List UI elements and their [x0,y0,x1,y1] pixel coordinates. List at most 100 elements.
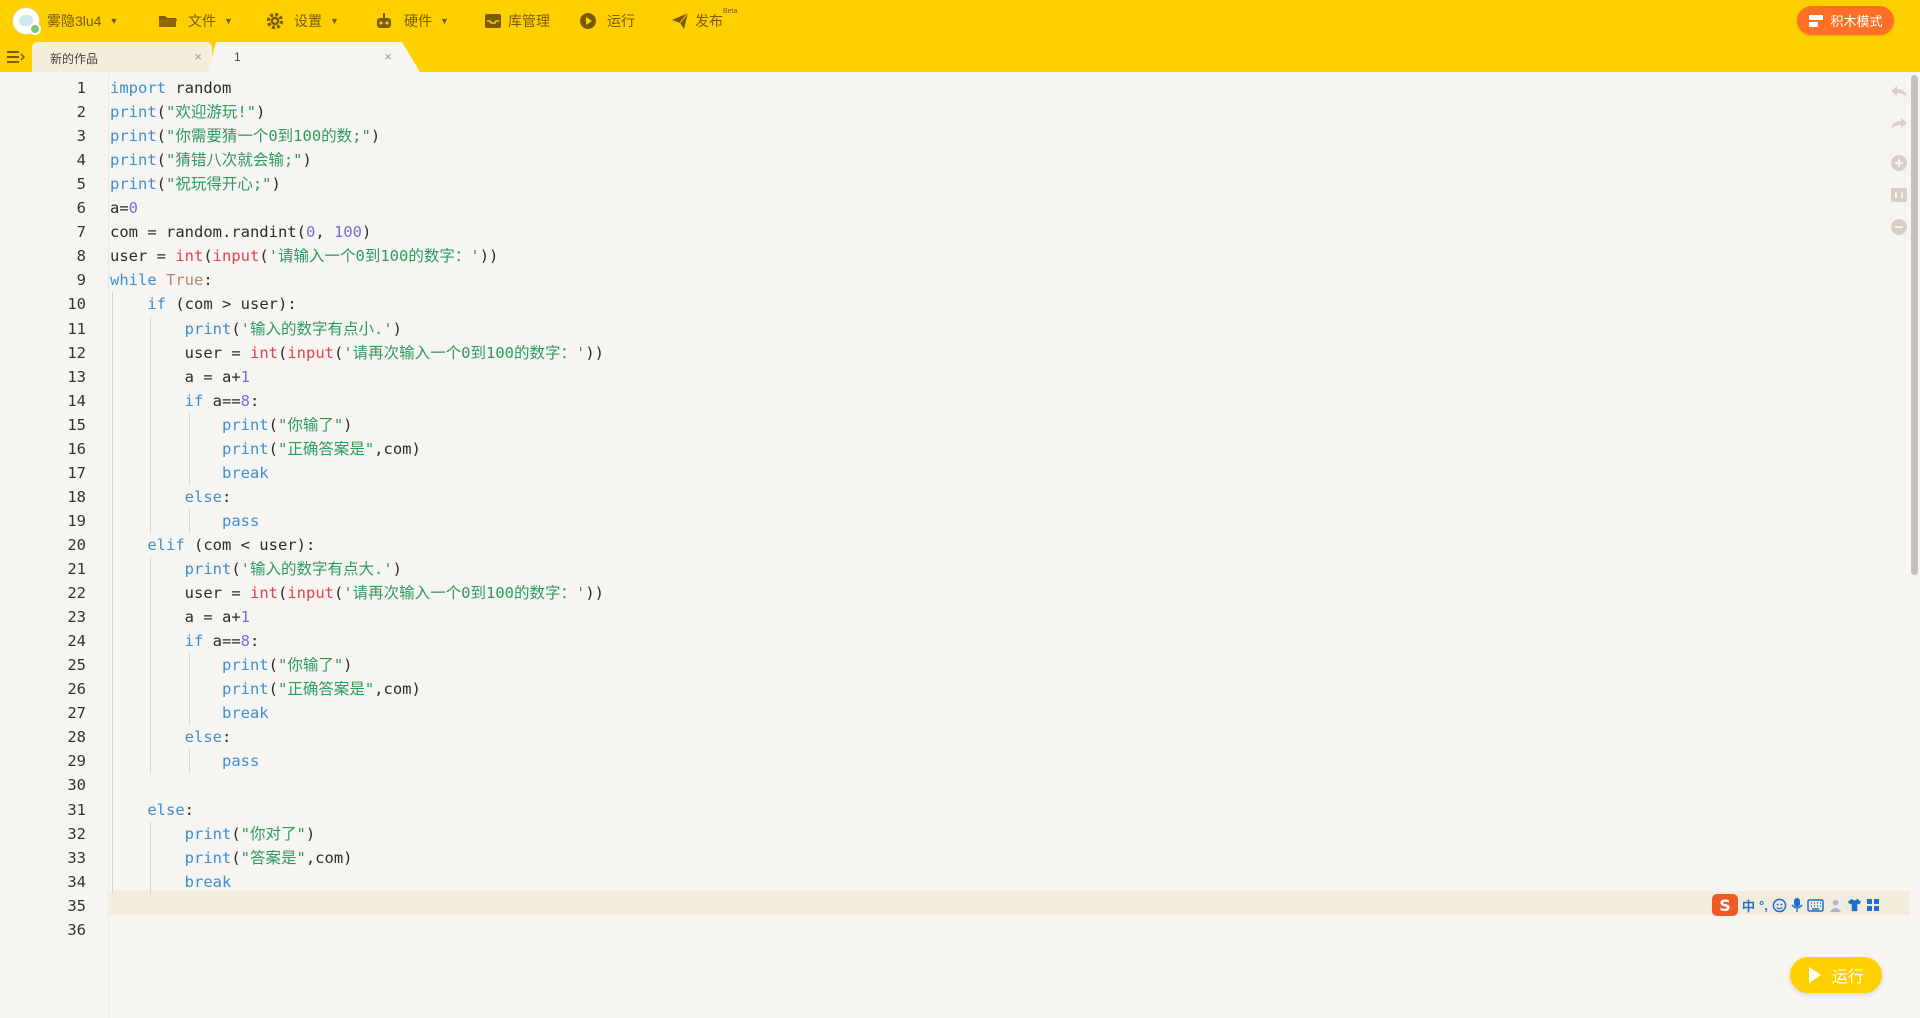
library-manager-button[interactable]: 库管理 [484,0,550,42]
code-line[interactable]: a = a+1 [110,365,1910,389]
line-number: 13 [67,367,86,386]
line-number: 12 [67,343,86,362]
zoom-in-icon[interactable] [1889,153,1909,173]
code-line[interactable]: user = int(input('请输入一个0到100的数字：')) [110,244,1910,268]
code-line[interactable]: print("你输了") [110,413,1910,437]
line-number: 26 [67,680,86,699]
chevron-down-icon: ▼ [440,16,449,26]
code-line[interactable] [110,918,1910,942]
code-line[interactable]: a = a+1 [110,605,1910,629]
grid-icon[interactable] [1866,898,1880,912]
run-menu-label: 运行 [607,13,635,29]
tab-new-work[interactable]: 新的作品 × [32,42,212,72]
zoom-out-icon[interactable] [1889,217,1909,237]
code-line[interactable]: import random [110,76,1910,100]
line-number: 17 [67,463,86,482]
code-line[interactable]: print("你输了") [110,653,1910,677]
ime-language[interactable]: 中 [1742,896,1755,915]
code-line[interactable]: print('输入的数字有点大.') [110,557,1910,581]
code-line[interactable]: user = int(input('请再次输入一个0到100的数字：')) [110,341,1910,365]
user-menu[interactable]: 雾隐3lu4 ▼ [47,0,118,42]
line-number: 16 [67,439,86,458]
tab-1[interactable]: 1 × [208,42,420,72]
code-line[interactable]: else: [110,485,1910,509]
close-icon[interactable]: × [194,49,202,64]
play-circle-icon [580,13,596,29]
ime-punctuation[interactable]: °, [1759,898,1768,913]
emoji-icon[interactable] [1772,898,1787,913]
line-number: 11 [67,319,86,338]
run-button[interactable]: 运行 [1790,957,1882,993]
ime-toolbar[interactable]: S 中 °, [1712,893,1880,917]
code-line[interactable]: if a==8: [110,389,1910,413]
line-number: 19 [67,511,86,530]
line-number: 29 [67,752,86,771]
tab-bar: 新的作品 × 1 × [0,42,1920,72]
line-number: 20 [67,535,86,554]
blocks-icon [1809,14,1824,27]
code-line[interactable]: elif (com < user): [110,533,1910,557]
publish-button[interactable]: 发布Beta [671,0,737,42]
code-line[interactable]: pass [110,509,1910,533]
undo-icon[interactable] [1889,82,1909,102]
code-line[interactable]: if a==8: [110,629,1910,653]
line-number: 7 [76,223,86,242]
tab-label: 1 [234,50,241,64]
code-line[interactable]: print("正确答案是",com) [110,677,1910,701]
code-line[interactable]: print("答案是",com) [110,846,1910,870]
code-line[interactable]: break [110,870,1910,894]
block-mode-button[interactable]: 积木模式 [1797,6,1894,35]
run-menu-button[interactable]: 运行 [579,0,635,42]
user-avatar[interactable] [12,7,41,35]
line-number: 10 [67,295,86,314]
line-number: 2 [76,103,86,122]
code-line[interactable]: print("欢迎游玩!") [110,100,1910,124]
menu-toggle-icon[interactable] [7,50,25,64]
file-menu-label: 文件 [188,13,216,29]
code-line[interactable]: user = int(input('请再次输入一个0到100的数字：')) [110,581,1910,605]
code-line[interactable]: else: [110,798,1910,822]
code-line[interactable]: if (com > user): [110,292,1910,316]
code-line[interactable]: while True: [110,268,1910,292]
user-icon[interactable] [1828,898,1843,913]
code-line[interactable]: print("猜错八次就会输;") [110,148,1910,172]
top-toolbar: 雾隐3lu4 ▼ 文件 ▼ 设置 ▼ 硬件 ▼ 库管理 运行 发布Beta 积木… [0,0,1920,42]
microphone-icon[interactable] [1791,897,1803,913]
close-icon[interactable]: × [384,49,392,64]
keyboard-icon[interactable] [1807,898,1824,912]
line-number: 27 [67,704,86,723]
username-label: 雾隐3lu4 [47,13,102,29]
code-line[interactable]: else: [110,725,1910,749]
line-number: 36 [67,920,86,939]
line-number: 30 [67,776,86,795]
hardware-menu[interactable]: 硬件 ▼ [374,0,449,42]
code-line[interactable] [110,894,1910,918]
code-line[interactable]: break [110,701,1910,725]
settings-menu[interactable]: 设置 ▼ [266,0,339,42]
block-mode-label: 积木模式 [1830,14,1883,29]
inbox-icon [485,14,501,28]
line-number: 32 [67,824,86,843]
line-number: 18 [67,487,86,506]
code-line[interactable] [110,773,1910,797]
shirt-icon[interactable] [1847,898,1862,912]
code-line[interactable]: a=0 [110,196,1910,220]
code-line[interactable]: print("你对了") [110,822,1910,846]
reset-zoom-icon[interactable] [1889,185,1909,205]
code-line[interactable]: print("祝玩得开心;") [110,172,1910,196]
redo-icon[interactable] [1889,114,1909,134]
line-number: 25 [67,656,86,675]
run-button-label: 运行 [1831,969,1864,986]
code-line[interactable]: break [110,461,1910,485]
chevron-down-icon: ▼ [109,16,119,26]
code-line[interactable]: com = random.randint(0, 100) [110,220,1910,244]
library-manager-label: 库管理 [508,13,550,29]
code-line[interactable]: print("正确答案是",com) [110,437,1910,461]
chevron-down-icon: ▼ [224,16,233,26]
code-line[interactable]: pass [110,749,1910,773]
vertical-scrollbar[interactable] [1911,75,1918,575]
code-line[interactable]: print('输入的数字有点小.') [110,317,1910,341]
code-line[interactable]: print("你需要猜一个0到100的数;") [110,124,1910,148]
file-menu[interactable]: 文件 ▼ [158,0,233,42]
code-editor[interactable]: import random print("欢迎游玩!") print("你需要猜一个… [110,72,1910,1018]
